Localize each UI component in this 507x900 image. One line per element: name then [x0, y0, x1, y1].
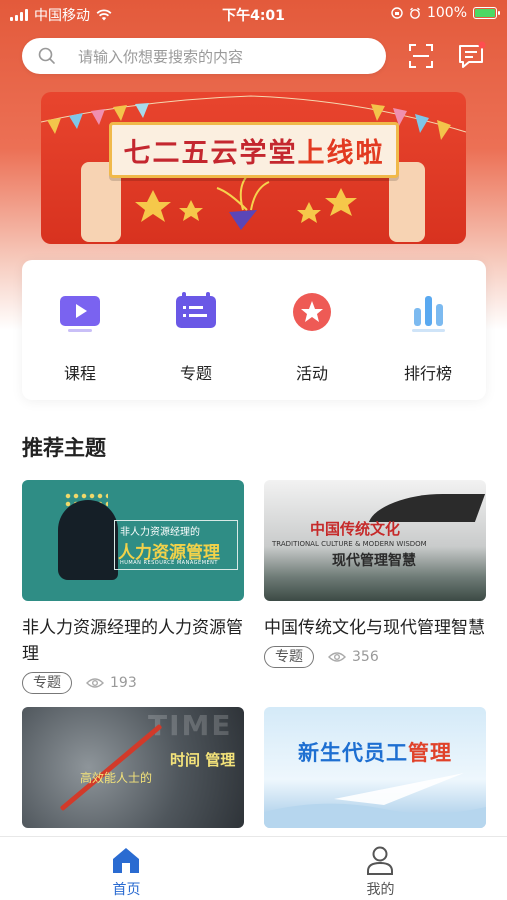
card-title: 中国传统文化与现代管理智慧	[264, 618, 485, 638]
nav-item-ranking[interactable]: 排行榜	[370, 260, 486, 400]
thumb-subtitle: 现代管理智慧	[332, 553, 416, 569]
card-title: 非人力资源经理的人力资源管理	[22, 618, 243, 664]
topic-card[interactable]: 新生代员工管理	[264, 707, 486, 828]
battery-icon	[473, 7, 500, 19]
section-title: 推荐主题	[22, 436, 106, 460]
view-count: 193	[86, 675, 137, 691]
status-right: 100%	[391, 5, 500, 21]
lock-rotation-icon	[391, 7, 403, 19]
paper-plane-graphic	[264, 773, 486, 828]
thumb-subtitle: 非人力资源经理的	[120, 527, 200, 538]
quick-nav-card: 课程 专题 活动 排行榜	[22, 260, 486, 400]
battery-percent: 100%	[426, 5, 467, 21]
card-meta: 专题 193	[22, 671, 244, 695]
view-count-value: 356	[352, 649, 379, 665]
alarm-icon	[410, 7, 420, 19]
star-icon	[293, 293, 331, 331]
video-icon	[60, 296, 100, 332]
topic-card[interactable]: 非人力资源经理的 人力资源管理 HUMAN RESOURCE MANAGEMEN…	[22, 480, 244, 695]
card-thumbnail: 新生代员工管理	[264, 707, 486, 828]
card-tag: 专题	[264, 646, 314, 668]
tab-mine[interactable]: 我的	[254, 837, 507, 900]
home-icon	[113, 848, 139, 873]
card-thumbnail: TIME 高效能人士的 时间 管理	[22, 707, 244, 828]
thumb-head-silhouette	[58, 500, 118, 580]
nav-item-courses[interactable]: 课程	[22, 260, 138, 400]
card-meta: 专题 356	[264, 645, 486, 669]
view-count: 356	[328, 649, 379, 665]
search-icon	[38, 47, 55, 64]
view-count-value: 193	[110, 675, 137, 691]
tab-home[interactable]: 首页	[0, 837, 253, 900]
dart-graphic	[59, 723, 163, 812]
message-icon[interactable]	[455, 40, 487, 72]
topic-card[interactable]: 中国传统文化 TRADITIONAL CULTURE & MODERN WISD…	[264, 480, 486, 669]
status-bar: 中国移动 下午4:01 100%	[0, 0, 507, 30]
banner-headline: 七二五云学堂 上线啦	[109, 122, 399, 178]
eye-icon	[86, 678, 104, 688]
topic-card[interactable]: TIME 高效能人士的 时间 管理	[22, 707, 244, 828]
card-tag: 专题	[22, 672, 72, 694]
tab-label: 首页	[112, 882, 141, 898]
topic-list-icon	[176, 292, 216, 328]
banner-text: 七二五云学堂	[123, 137, 298, 169]
tab-bar: 首页 我的	[0, 836, 507, 900]
promo-banner[interactable]: 七二五云学堂 上线啦	[41, 92, 466, 244]
nav-label: 专题	[179, 364, 212, 383]
banner-highlight: 上线啦	[297, 137, 385, 169]
nav-label: 活动	[295, 364, 328, 383]
card-thumbnail: 非人力资源经理的 人力资源管理 HUMAN RESOURCE MANAGEMEN…	[22, 480, 244, 601]
bar-chart-icon	[412, 296, 445, 332]
nav-label: 排行榜	[403, 364, 452, 383]
search-bar[interactable]: 请输入你想要搜索的内容	[22, 38, 386, 74]
user-icon	[367, 846, 393, 875]
nav-label: 课程	[63, 364, 96, 383]
thumb-title: 时间 管理	[170, 751, 236, 769]
thumb-english: HUMAN RESOURCE MANAGEMENT	[120, 560, 218, 566]
tab-label: 我的	[366, 882, 395, 898]
nav-item-activities[interactable]: 活动	[254, 260, 370, 400]
search-placeholder: 请输入你想要搜索的内容	[78, 47, 244, 66]
thumb-title: 中国传统文化	[310, 520, 401, 538]
nav-item-topics[interactable]: 专题	[138, 260, 254, 400]
thumb-subtitle: 高效能人士的	[80, 771, 153, 785]
eye-icon	[328, 652, 346, 662]
card-thumbnail: 中国传统文化 TRADITIONAL CULTURE & MODERN WISD…	[264, 480, 486, 601]
thumb-english: TRADITIONAL CULTURE & MODERN WISDOM	[272, 540, 427, 548]
scan-icon[interactable]	[405, 40, 437, 72]
